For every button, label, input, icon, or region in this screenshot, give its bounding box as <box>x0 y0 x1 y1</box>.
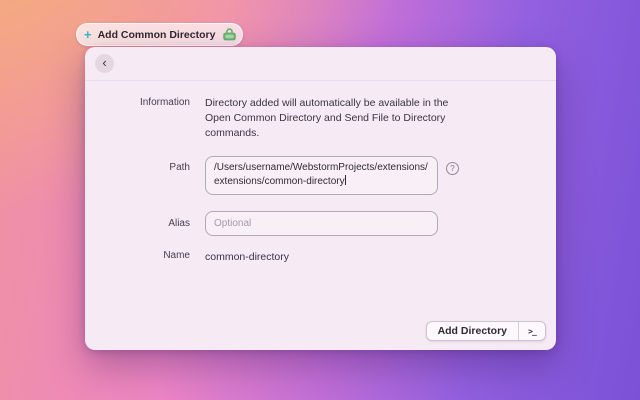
alias-row: Alias <box>85 211 556 236</box>
toolbar-button-label: Add Common Directory <box>98 29 216 41</box>
alias-input[interactable] <box>205 211 438 236</box>
name-value: common-directory <box>205 250 289 263</box>
add-common-directory-toolbar-button[interactable]: + Add Common Directory <box>76 23 243 46</box>
information-row: Information Directory added will automat… <box>85 96 556 141</box>
text-caret <box>345 175 346 185</box>
name-row: Name common-directory <box>85 250 556 263</box>
window-header: ‹ <box>85 47 556 81</box>
help-icon[interactable]: ? <box>446 162 459 175</box>
add-directory-split-button: Add Directory >_ <box>426 321 546 341</box>
plus-icon: + <box>84 28 92 41</box>
add-directory-button[interactable]: Add Directory <box>427 322 518 340</box>
window-footer: Add Directory >_ <box>426 321 546 341</box>
path-row: Path /Users/username/WebstormProjects/ex… <box>85 156 556 195</box>
window-body: Information Directory added will automat… <box>85 81 556 263</box>
information-text: Directory added will automatically be av… <box>205 96 461 141</box>
path-value: /Users/username/WebstormProjects/extensi… <box>214 162 428 187</box>
back-button[interactable]: ‹ <box>95 54 114 73</box>
name-label: Name <box>85 250 190 263</box>
information-label: Information <box>85 96 190 141</box>
path-input[interactable]: /Users/username/WebstormProjects/extensi… <box>205 156 438 195</box>
lock-icon <box>221 28 237 42</box>
back-icon: ‹ <box>102 56 106 69</box>
alias-label: Alias <box>85 218 190 229</box>
path-label: Path <box>85 156 190 195</box>
add-directory-window: ‹ Information Directory added will autom… <box>85 47 556 350</box>
terminal-icon[interactable]: >_ <box>519 322 545 340</box>
